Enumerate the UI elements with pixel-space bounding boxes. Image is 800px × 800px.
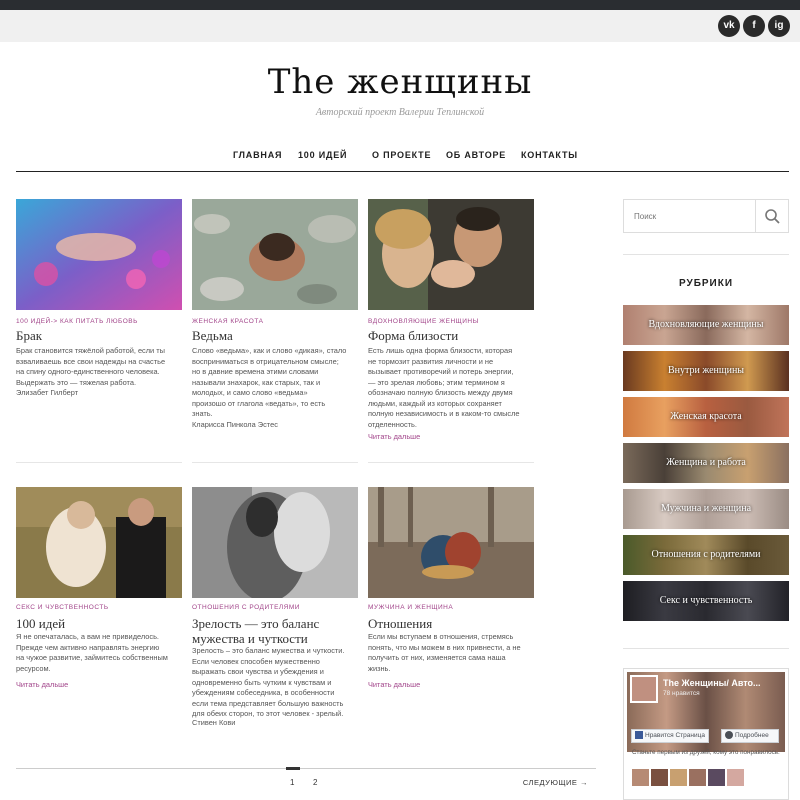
instagram-icon[interactable]: ig — [768, 15, 790, 37]
facebook-icon[interactable]: f — [743, 15, 765, 37]
category-banner[interactable]: Женщина и работа — [623, 443, 789, 483]
sidebar-divider — [623, 648, 789, 649]
post-title[interactable]: Форма близости — [368, 328, 534, 343]
facebook-widget: The Женщины/ Авто... 78 нравится Нравитс… — [623, 668, 789, 800]
post-title[interactable]: Брак — [16, 328, 182, 343]
nav-100-ideas[interactable]: 100 ИДЕЙ — [298, 150, 347, 160]
post-category[interactable]: Вдохновляющие женщины — [368, 318, 479, 325]
post-author: Кларисса Пинкола Эстес — [192, 420, 278, 429]
post-excerpt: Слово «ведьма», как и слово «дикая», ста… — [192, 346, 347, 418]
fb-friends-text: Станьте первым из друзей, кому это понра… — [632, 749, 780, 756]
post-thumbnail[interactable] — [192, 199, 358, 310]
post-category[interactable]: Мужчина и женщина — [368, 604, 453, 611]
post-thumbnail[interactable] — [16, 199, 182, 310]
post-thumbnail[interactable] — [16, 487, 182, 598]
fan-avatar[interactable] — [727, 769, 744, 786]
post-title[interactable]: 100 идей — [16, 616, 182, 631]
info-icon — [725, 731, 733, 740]
post-thumbnail[interactable] — [368, 487, 534, 598]
post-title[interactable]: Ведьма — [192, 328, 358, 343]
fb-page-name[interactable]: The Женщины/ Авто... — [663, 678, 761, 688]
read-more-link[interactable]: Читать дальше — [368, 432, 420, 441]
post-author: Стивен Кови — [192, 718, 236, 727]
post-thumbnail[interactable] — [368, 199, 534, 310]
post-excerpt: Я не опечаталась, а вам не привиделось. П… — [16, 632, 168, 673]
post-category[interactable]: Секс и чувственность — [16, 604, 109, 611]
post-excerpt: Есть лишь одна форма близости, которая не… — [368, 346, 520, 429]
fb-like-button[interactable]: Нравится Страница — [631, 729, 709, 743]
fan-avatar[interactable] — [651, 769, 668, 786]
post-excerpt: Если мы вступаем в отношения, стремясь по… — [368, 632, 521, 673]
nav-home[interactable]: ГЛАВНАЯ — [233, 150, 282, 160]
site-tagline: Авторский проект Валерии Теплинской — [315, 107, 485, 118]
post-excerpt: Брак становится тяжёлой работой, если ты… — [16, 346, 166, 397]
fb-more-button[interactable]: Подробнее — [721, 729, 779, 743]
divider — [192, 462, 358, 463]
fb-likes-count: 78 нравится — [663, 690, 700, 697]
read-more-link[interactable]: Читать дальше — [16, 680, 68, 689]
rubrics-title: РУБРИКИ — [678, 278, 734, 289]
search-icon — [765, 209, 780, 224]
category-banner[interactable]: Секс и чувственность — [623, 581, 789, 621]
nav-contacts[interactable]: КОНТАКТЫ — [521, 150, 578, 160]
nav-about-project[interactable]: О ПРОЕКТЕ — [372, 150, 431, 160]
main-nav: ГЛАВНАЯ 100 ИДЕЙ О ПРОЕКТЕ ОБ АВТОРЕ КОН… — [16, 148, 789, 172]
post-category[interactable]: Отношения с родителями — [192, 604, 300, 611]
search-box — [623, 199, 789, 233]
top-dark-bar — [0, 0, 800, 10]
fan-avatar[interactable] — [708, 769, 725, 786]
next-page-link[interactable]: СЛЕДУЮЩИЕ → — [523, 778, 588, 787]
post-thumbnail[interactable] — [192, 487, 358, 598]
read-more-link[interactable]: Читать дальше — [368, 680, 420, 689]
category-banner[interactable]: Вдохновляющие женщины — [623, 305, 789, 345]
fan-avatar[interactable] — [632, 769, 649, 786]
vk-icon[interactable]: vk — [718, 15, 740, 37]
fan-avatar[interactable] — [689, 769, 706, 786]
post-category[interactable]: Женская красота — [192, 318, 263, 325]
nav-about-author[interactable]: ОБ АВТОРЕ — [446, 150, 506, 160]
post-category[interactable]: 100 идей-> как питать любовь — [16, 318, 138, 325]
post-excerpt: Зрелость – это баланс мужества и чуткост… — [192, 646, 345, 718]
search-button[interactable] — [755, 200, 788, 232]
social-bar: vk f ig — [0, 10, 800, 42]
pagination: 1 2 СЛЕДУЮЩИЕ → — [16, 767, 596, 800]
search-input[interactable] — [624, 200, 757, 232]
category-banner[interactable]: Отношения с родителями — [623, 535, 789, 575]
category-banner[interactable]: Мужчина и женщина — [623, 489, 789, 529]
post-title[interactable]: Зрелость — это баланс мужества и чуткост… — [192, 616, 358, 646]
page-2-link[interactable]: 2 — [313, 778, 317, 787]
facebook-cover[interactable]: The Женщины/ Авто... 78 нравится Нравитс… — [627, 672, 785, 752]
fan-avatar[interactable] — [670, 769, 687, 786]
current-page-marker — [286, 767, 300, 770]
post-title[interactable]: Отношения — [368, 616, 534, 631]
divider — [16, 462, 182, 463]
category-banner[interactable]: Женская красота — [623, 397, 789, 437]
facebook-icon — [635, 731, 643, 740]
page-1-link[interactable]: 1 — [290, 778, 294, 787]
site-logo[interactable]: The женщины — [0, 62, 800, 102]
page-avatar — [630, 675, 658, 703]
divider — [368, 462, 534, 463]
category-banner[interactable]: Внутри женщины — [623, 351, 789, 391]
sidebar-divider — [623, 254, 789, 255]
